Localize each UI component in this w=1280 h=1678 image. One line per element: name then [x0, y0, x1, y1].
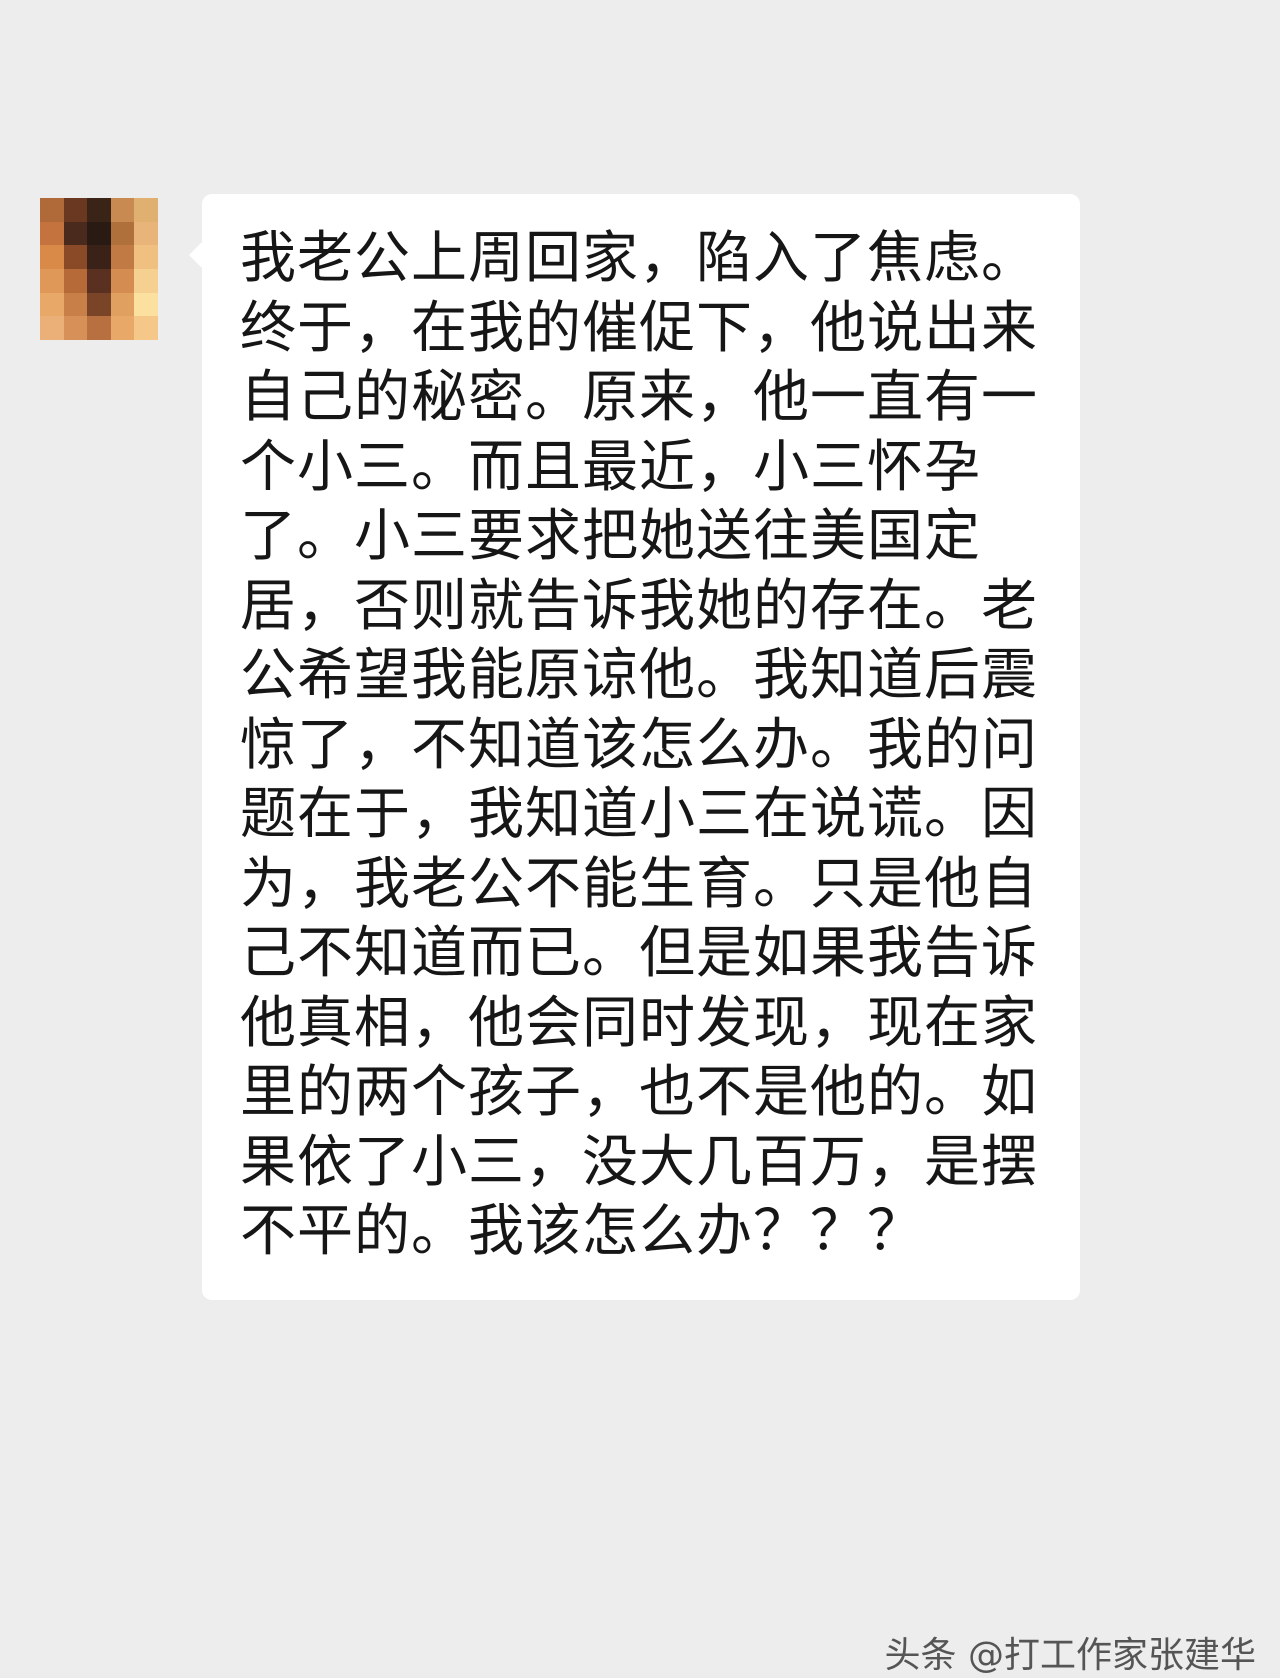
avatar-pixel [134, 221, 158, 246]
avatar-pixel [87, 292, 111, 317]
chat-area: 我老公上周回家，陷入了焦虑。终于，在我的催促下，他说出来自己的秘密。原来，他一直… [0, 0, 1280, 1676]
avatar-pixel [110, 198, 135, 222]
avatar-pixel [87, 221, 111, 246]
message-bubble[interactable]: 我老公上周回家，陷入了焦虑。终于，在我的催促下，他说出来自己的秘密。原来，他一直… [189, 194, 1080, 1300]
watermark: 头条 @打工作家张建华 [884, 1635, 1256, 1676]
avatar-pixel [40, 198, 64, 222]
avatar-pixel [87, 268, 111, 293]
avatar-pixel [110, 268, 135, 293]
sender-avatar[interactable] [40, 198, 158, 340]
avatar-pixel [134, 245, 158, 269]
avatar-pixel [63, 221, 88, 246]
avatar-pixel [134, 268, 158, 293]
avatar-pixel [63, 245, 88, 269]
avatar-pixel [87, 198, 111, 222]
avatar-pixel [63, 268, 88, 293]
avatar-pixel [134, 198, 158, 222]
avatar-pixel [110, 245, 135, 269]
avatar-pixel [87, 316, 111, 340]
bubble-tail [189, 242, 202, 268]
avatar-pixel [63, 198, 88, 222]
avatar-pixel [63, 292, 88, 317]
avatar-pixel [40, 221, 64, 246]
avatar-pixel [87, 245, 111, 269]
avatar-pixel [40, 245, 64, 269]
avatar-pixel [134, 292, 158, 317]
avatar-pixel [110, 292, 135, 317]
avatar-pixel [63, 316, 88, 340]
message-text: 我老公上周回家，陷入了焦虑。终于，在我的催促下，他说出来自己的秘密。原来，他一直… [240, 226, 1038, 1264]
avatar-pixel [134, 316, 158, 340]
avatar-pixel [40, 316, 64, 340]
avatar-pixel [40, 268, 64, 293]
avatar-pixel [110, 316, 135, 340]
avatar-pixel [40, 292, 64, 317]
avatar-pixel [110, 221, 135, 246]
